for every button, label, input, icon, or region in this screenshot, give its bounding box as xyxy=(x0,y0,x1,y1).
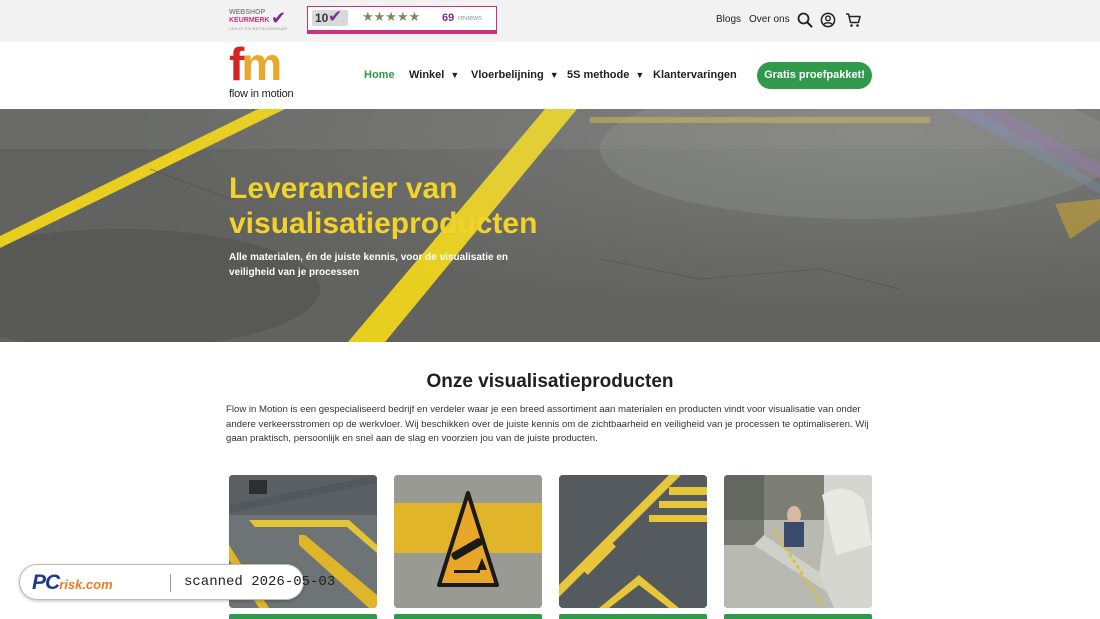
chevron-down-icon: ▼ xyxy=(450,70,460,80)
search-icon[interactable] xyxy=(797,12,813,28)
nav-item-label: 5S methode xyxy=(567,69,630,81)
nav-item-label: Winkel xyxy=(409,69,445,81)
watermark-divider xyxy=(170,574,171,592)
top-bar: WEBSHOP KEURMERK ✔ VEILIG EN BETROUWBAAR… xyxy=(0,0,1100,42)
section-title: Onze visualisatieproducten xyxy=(426,371,674,392)
about-link[interactable]: Over ons xyxy=(749,14,790,25)
blogs-link[interactable]: Blogs xyxy=(716,14,741,25)
cart-icon[interactable] xyxy=(845,12,862,28)
scan-date-text: scanned 2026-05-03 xyxy=(184,574,336,590)
logo-mark: fm xyxy=(229,38,282,90)
keurmerk-subtitle: VEILIG EN BETROUWBAAR xyxy=(229,26,288,31)
account-icon[interactable] xyxy=(820,12,836,28)
card-button-bar[interactable] xyxy=(394,614,542,619)
nav-item-home[interactable]: Home xyxy=(364,69,395,81)
nav-item-5s-methode[interactable]: 5S methode ▼ xyxy=(567,69,644,81)
chevron-down-icon: ▼ xyxy=(635,70,645,80)
nav-item-vloerbelijning[interactable]: Vloerbelijning ▼ xyxy=(471,69,559,81)
card-button-bar[interactable] xyxy=(724,614,872,619)
pcrisk-suffix: risk.com xyxy=(59,577,113,592)
nav-item-klantervaringen[interactable]: Klantervaringen xyxy=(653,69,737,81)
review-label: reviews xyxy=(458,15,482,22)
logo-tagline: flow in motion xyxy=(229,88,294,100)
floor-markings-image xyxy=(559,475,707,608)
flow-in-motion-logo[interactable]: fm flow in motion xyxy=(229,41,294,101)
webshop-keurmerk-badge[interactable]: WEBSHOP KEURMERK ✔ VEILIG EN BETROUWBAAR xyxy=(229,9,293,32)
checkmark-icon: ✔ xyxy=(271,8,287,28)
review-score-badge: 10 ✔ xyxy=(312,7,348,26)
installation-photo xyxy=(724,475,872,608)
pcrisk-logo: PCrisk.com xyxy=(32,571,113,597)
nav-item-label: Vloerbelijning xyxy=(471,69,544,81)
chevron-down-icon: ▼ xyxy=(549,70,559,80)
checkmark-icon: ✔ xyxy=(328,7,343,26)
hero-banner: Leverancier van visualisatieproducten Al… xyxy=(0,109,1100,342)
review-count: 69 xyxy=(442,12,455,24)
card-button-bar[interactable] xyxy=(229,614,377,619)
review-score: 10 xyxy=(315,11,329,25)
nav-item-winkel[interactable]: Winkel ▼ xyxy=(409,69,459,81)
scan-watermark: PCrisk.com scanned 2026-05-03 xyxy=(19,564,335,600)
warning-sign-image xyxy=(394,475,542,608)
rating-stars-icon: ★★★★★ xyxy=(362,9,421,24)
intro-paragraph: Flow in Motion is een gespecialiseerd be… xyxy=(226,404,869,445)
card-button-bar[interactable] xyxy=(559,614,707,619)
product-card-safety-signs[interactable] xyxy=(394,475,542,608)
pcrisk-brand: PC xyxy=(32,571,60,594)
product-card-installation[interactable] xyxy=(724,475,872,608)
product-card-floor-markings[interactable] xyxy=(559,475,707,608)
hero-subtitle: Alle materialen, én de juiste kennis, vo… xyxy=(229,252,508,278)
free-sample-button[interactable]: Gratis proefpakket! xyxy=(757,62,872,89)
hero-title: Leverancier van visualisatieproducten xyxy=(229,172,538,240)
reviews-widget[interactable]: 10 ✔ ★★★★★ 69 reviews xyxy=(307,6,497,34)
